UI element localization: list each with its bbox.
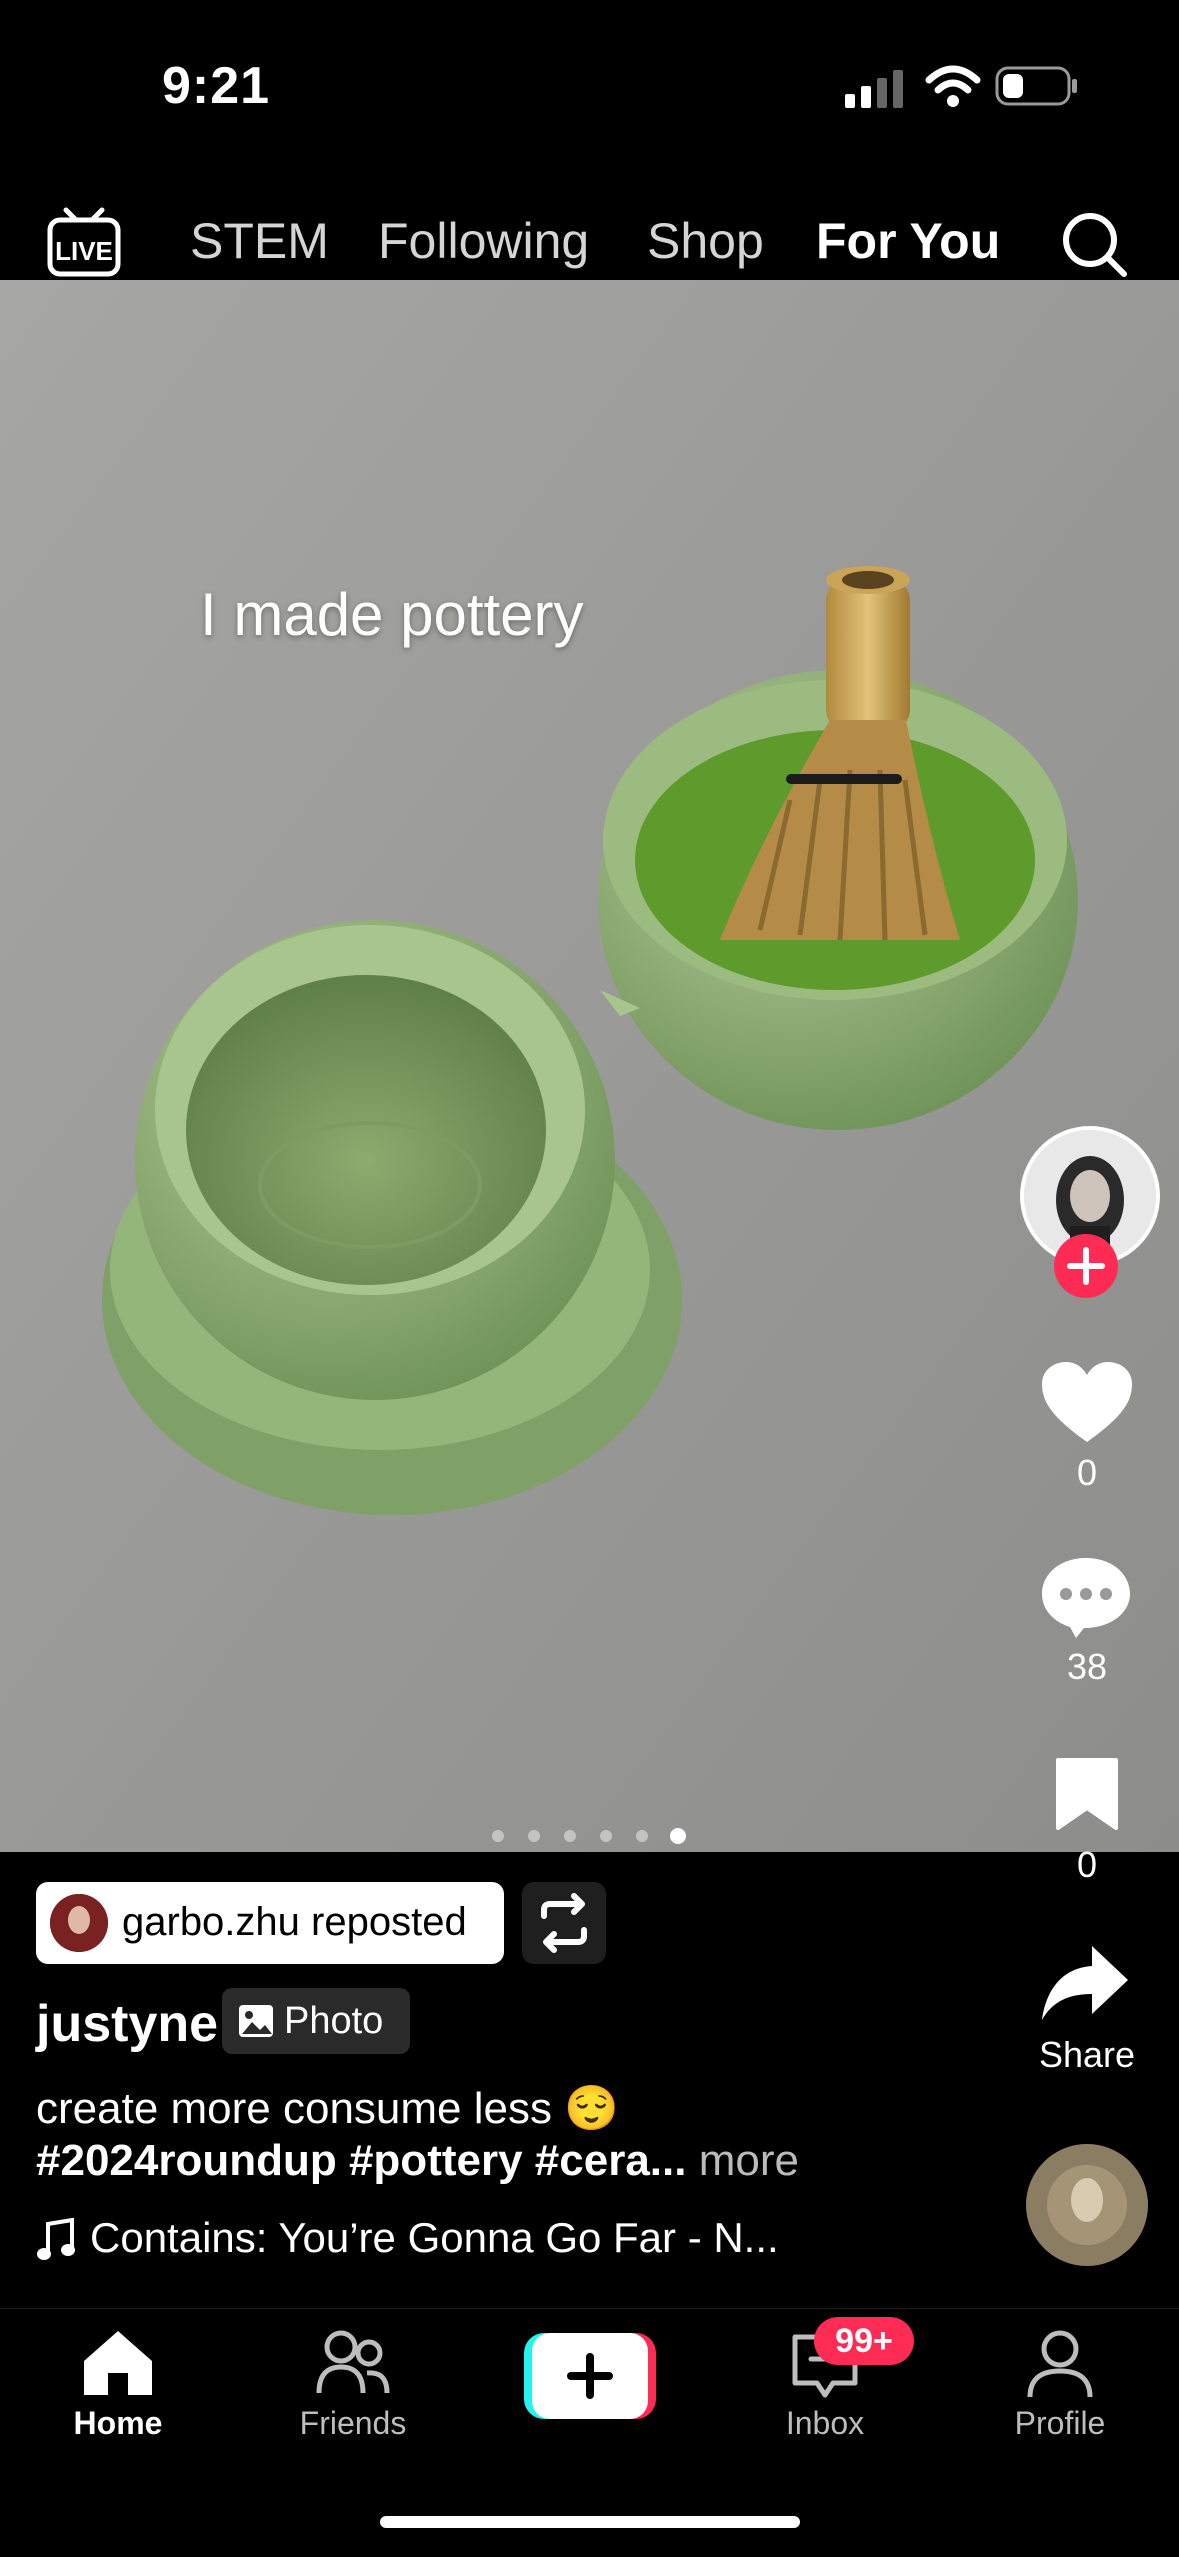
post-username[interactable]: justyne [36, 1994, 218, 2054]
photo-chip-label: Photo [284, 2000, 384, 2042]
wifi-icon [925, 64, 981, 113]
reposter-avatar [50, 1894, 108, 1952]
battery-icon [995, 66, 1079, 111]
more-link[interactable]: more [699, 2136, 799, 2185]
music-note-icon [37, 2218, 75, 2260]
carousel-dot-active[interactable] [670, 1828, 686, 1844]
like-button[interactable] [1042, 1362, 1132, 1449]
save-button[interactable] [1054, 1756, 1120, 1837]
repost-text: garbo.zhu reposted [122, 1900, 467, 1944]
carousel-dot[interactable] [564, 1830, 576, 1842]
live-label: LIVE [55, 236, 113, 266]
signal-icon [845, 68, 905, 113]
share-label: Share [1038, 2034, 1136, 2075]
nav-profile-label: Profile [1014, 2405, 1106, 2441]
carousel-dot[interactable] [528, 1830, 540, 1842]
photo-type-chip: Photo [222, 1988, 410, 2054]
repost-button[interactable] [522, 1882, 606, 1964]
tab-for-you[interactable]: For You [816, 212, 1000, 270]
post-photo[interactable] [0, 280, 1179, 1852]
home-icon [84, 2331, 152, 2395]
photo-icon [239, 2005, 273, 2037]
repost-icon [541, 1893, 587, 1953]
bookmark-icon [1056, 1758, 1118, 1830]
tab-stem[interactable]: STEM [190, 212, 329, 270]
share-icon [1042, 1946, 1128, 2020]
tab-following[interactable]: Following [378, 212, 589, 270]
repost-chip[interactable]: garbo.zhu reposted [36, 1882, 504, 1964]
status-time: 9:21 [162, 57, 271, 115]
heart-icon [1042, 1362, 1132, 1442]
friends-icon [316, 2330, 390, 2394]
comment-button[interactable] [1040, 1554, 1132, 1645]
follow-button[interactable] [1054, 1234, 1118, 1298]
tab-shop[interactable]: Shop [647, 212, 764, 270]
save-count: 0 [1076, 1844, 1098, 1885]
plus-icon [524, 2333, 656, 2419]
share-button[interactable] [1040, 1944, 1130, 2027]
nav-inbox-label: Inbox [785, 2405, 865, 2441]
search-icon[interactable] [1060, 210, 1130, 285]
comment-icon [1042, 1558, 1130, 1638]
music-title: Contains: You’re Gonna Go Far - N... [90, 2214, 779, 2261]
nav-home-label: Home [73, 2405, 163, 2441]
create-button[interactable] [524, 2333, 656, 2419]
post-hashtags[interactable]: #2024roundup #pottery #cera... more [36, 2136, 799, 2186]
hashtags-text[interactable]: #2024roundup #pottery #cera... [36, 2136, 686, 2185]
inbox-badge: 99+ [814, 2317, 914, 2365]
photo-caption-overlay: I made pottery [200, 581, 584, 648]
profile-icon [1027, 2330, 1093, 2398]
nav-friends-label: Friends [299, 2405, 407, 2441]
carousel-dot[interactable] [600, 1830, 612, 1842]
comment-count: 38 [1066, 1646, 1108, 1687]
post-description: create more consume less 😌 [36, 2084, 619, 2133]
like-count: 0 [1076, 1452, 1098, 1493]
carousel-dot[interactable] [492, 1830, 504, 1842]
sound-disc[interactable] [1026, 2144, 1148, 2266]
live-icon[interactable]: LIVE [46, 204, 122, 285]
carousel-dot[interactable] [636, 1830, 648, 1842]
home-indicator[interactable] [380, 2516, 800, 2528]
